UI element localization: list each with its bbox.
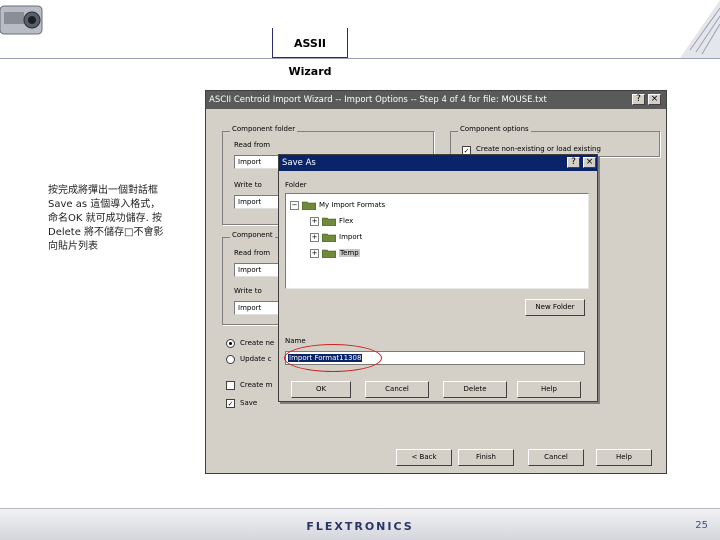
wizard-close-button[interactable]: × xyxy=(648,94,661,105)
folder-icon xyxy=(302,201,316,210)
save-as-title-bar: Save As xyxy=(279,155,597,171)
tree-root-item[interactable]: − My Import Formats xyxy=(290,200,385,210)
wizard-title-bar: ASCII Centroid Import Wizard -- Import O… xyxy=(206,91,666,109)
save-as-cancel-button[interactable]: Cancel xyxy=(365,381,429,398)
help-button[interactable]: Help xyxy=(596,449,652,466)
create-or-load-label: Create non-existing or load existing xyxy=(476,145,601,153)
cancel-button[interactable]: Cancel xyxy=(528,449,584,466)
highlight-ellipse xyxy=(284,344,382,372)
create-radio-label: Create ne xyxy=(240,339,275,347)
slide-title: ASSII Wizard xyxy=(272,28,348,78)
new-folder-button[interactable]: New Folder xyxy=(525,299,585,316)
tree-item-temp[interactable]: + Temp xyxy=(310,248,360,258)
folder-icon xyxy=(322,249,336,258)
create-checkbox[interactable] xyxy=(226,381,235,390)
write-to-label: Write to xyxy=(234,181,262,189)
page-number: 25 xyxy=(695,520,708,531)
name-label: Name xyxy=(285,337,306,345)
tree-item-label: Import xyxy=(339,233,363,241)
create-checkbox-label: Create m xyxy=(240,381,273,389)
read-from-label-2: Read from xyxy=(234,249,271,257)
header-divider xyxy=(0,58,720,59)
projector-graphic xyxy=(0,0,44,40)
update-radio-label: Update c xyxy=(240,355,272,363)
tree-root-label: My Import Formats xyxy=(319,201,386,209)
collapse-icon[interactable]: − xyxy=(290,200,299,210)
save-as-help-text-button[interactable]: Help xyxy=(517,381,581,398)
delete-button[interactable]: Delete xyxy=(443,381,507,398)
tree-item-label: Flex xyxy=(339,217,354,225)
save-checkbox-label: Save xyxy=(240,399,258,407)
component-options-label: Component options xyxy=(458,125,531,133)
tree-item-flex[interactable]: + Flex xyxy=(310,216,353,226)
component-group-label: Component xyxy=(230,231,275,239)
tree-item-import[interactable]: + Import xyxy=(310,232,362,242)
folder-tree[interactable]: − My Import Formats + Flex + Import + Te… xyxy=(285,193,589,289)
corner-decoration xyxy=(660,0,720,58)
flextronics-logo: FLEXTRONICS xyxy=(306,520,414,533)
back-button[interactable]: < Back xyxy=(396,449,452,466)
ok-button[interactable]: OK xyxy=(291,381,351,398)
folder-label: Folder xyxy=(285,181,307,189)
expand-icon[interactable]: + xyxy=(310,216,319,226)
create-radio[interactable] xyxy=(226,339,235,348)
save-checkbox[interactable]: ✓ xyxy=(226,399,235,408)
read-from-label: Read from xyxy=(234,141,271,149)
folder-icon xyxy=(322,233,336,242)
folder-icon xyxy=(322,217,336,226)
save-as-help-button[interactable]: ? xyxy=(567,157,580,168)
update-radio[interactable] xyxy=(226,355,235,364)
save-as-close-button[interactable]: × xyxy=(583,157,596,168)
write-to-label-2: Write to xyxy=(234,287,262,295)
expand-icon[interactable]: + xyxy=(310,248,319,258)
tree-item-label: Temp xyxy=(339,249,360,257)
wizard-help-button[interactable]: ? xyxy=(632,94,645,105)
expand-icon[interactable]: + xyxy=(310,232,319,242)
finish-button[interactable]: Finish xyxy=(458,449,514,466)
component-folder-label: Component folder xyxy=(230,125,298,133)
slide-caption: 按完成將彈出一個對話框Save as 這個導入格式，命名OK 就可成功儲存. 按… xyxy=(48,185,164,252)
